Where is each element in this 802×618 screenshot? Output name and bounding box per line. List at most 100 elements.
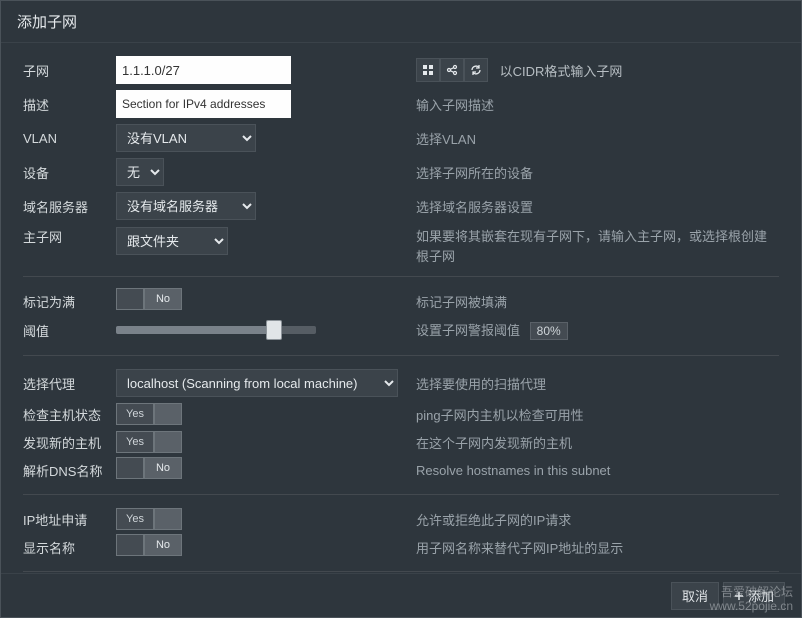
row-showname: 显示名称 No 用子网名称来替代子网IP地址的显示	[23, 533, 779, 561]
agent-control: localhost (Scanning from local machine)	[116, 369, 400, 397]
ping-value: Yes	[116, 403, 154, 425]
discover-hint: 在这个子网内发现新的主机	[400, 433, 779, 452]
master-select[interactable]: 跟文件夹	[116, 227, 228, 255]
subnet-input[interactable]	[116, 56, 291, 84]
divider-2	[23, 355, 779, 356]
resolve-hint: Resolve hostnames in this subnet	[400, 463, 779, 478]
subnet-control	[116, 56, 400, 84]
threshold-hint-wrap: 设置子网警报阈值 80%	[400, 320, 779, 340]
device-hint: 选择子网所在的设备	[400, 163, 779, 182]
ping-hint: ping子网内主机以检查可用性	[400, 405, 779, 424]
ping-control: Yes	[116, 403, 400, 425]
agent-hint: 选择要使用的扫描代理	[400, 374, 779, 393]
row-threshold: 阈值 设置子网警报阈值 80%	[23, 315, 779, 345]
row-ping: 检查主机状态 Yes ping子网内主机以检查可用性	[23, 400, 779, 428]
desc-control	[116, 90, 400, 118]
toggle-blank3	[154, 431, 182, 453]
vlan-label: VLAN	[23, 131, 116, 146]
master-hint: 如果要将其嵌套在现有子网下，请输入主子网，或选择根创建根子网	[400, 227, 779, 266]
toggle-blank6	[116, 534, 144, 556]
device-select[interactable]: 无	[116, 158, 164, 186]
ns-hint: 选择域名服务器设置	[400, 197, 779, 216]
threshold-label: 阈值	[23, 321, 116, 340]
row-markfull: 标记为满 No 标记子网被填满	[23, 287, 779, 315]
subnet-label: 子网	[23, 61, 116, 80]
iprequest-toggle[interactable]: Yes	[116, 508, 182, 530]
subnet-icon-bar	[416, 58, 488, 82]
ns-control: 没有域名服务器	[116, 192, 400, 220]
toggle-blank4	[116, 457, 144, 479]
agent-label: 选择代理	[23, 374, 116, 393]
divider-3	[23, 494, 779, 495]
modal-add-subnet: 添加子网 子网 以CIDR格式输入子	[0, 0, 802, 618]
desc-hint: 输入子网描述	[400, 95, 779, 114]
discover-label: 发现新的主机	[23, 433, 116, 452]
toggle-blank5	[154, 508, 182, 530]
iprequest-hint: 允许或拒绝此子网的IP请求	[400, 510, 779, 529]
discover-toggle[interactable]: Yes	[116, 431, 182, 453]
subnet-hint: 以CIDR格式输入子网	[500, 64, 623, 79]
plus-icon	[734, 591, 744, 601]
master-control: 跟文件夹	[116, 227, 400, 255]
vlan-hint: 选择VLAN	[400, 129, 779, 148]
threshold-hint: 设置子网警报阈值	[416, 323, 520, 338]
markfull-toggle[interactable]: No	[116, 288, 182, 310]
desc-label: 描述	[23, 95, 116, 114]
share-icon[interactable]	[440, 58, 464, 82]
markfull-hint: 标记子网被填满	[400, 292, 779, 311]
divider-1	[23, 276, 779, 277]
divider-4	[23, 571, 779, 572]
add-button[interactable]: 添加	[723, 582, 785, 610]
discover-value: Yes	[116, 431, 154, 453]
showname-control: No	[116, 534, 400, 561]
modal-body: 子网 以CIDR格式输入子网	[1, 43, 801, 572]
grid-icon[interactable]	[416, 58, 440, 82]
iprequest-label: IP地址申请	[23, 510, 116, 529]
showname-label: 显示名称	[23, 538, 116, 557]
resolve-toggle[interactable]: No	[116, 457, 182, 479]
vlan-control: 没有VLAN	[116, 124, 400, 152]
row-device: 设备 无 选择子网所在的设备	[23, 155, 779, 189]
resolve-value: No	[144, 457, 182, 479]
ns-select[interactable]: 没有域名服务器	[116, 192, 256, 220]
toggle-blank2	[154, 403, 182, 425]
row-iprequest: IP地址申请 Yes 允许或拒绝此子网的IP请求	[23, 505, 779, 533]
iprequest-value: Yes	[116, 508, 154, 530]
ping-label: 检查主机状态	[23, 405, 116, 424]
master-label: 主子网	[23, 227, 116, 246]
ns-label: 域名服务器	[23, 197, 116, 216]
add-button-label: 添加	[748, 586, 774, 605]
desc-input[interactable]	[116, 90, 291, 118]
threshold-slider[interactable]	[116, 326, 316, 334]
vlan-select[interactable]: 没有VLAN	[116, 124, 256, 152]
row-ns: 域名服务器 没有域名服务器 选择域名服务器设置	[23, 189, 779, 223]
discover-control: Yes	[116, 431, 400, 453]
showname-toggle[interactable]: No	[116, 534, 182, 556]
resolve-control: No	[116, 457, 400, 484]
showname-value: No	[144, 534, 182, 556]
row-subnet: 子网 以CIDR格式输入子网	[23, 53, 779, 87]
device-label: 设备	[23, 163, 116, 182]
row-discover: 发现新的主机 Yes 在这个子网内发现新的主机	[23, 428, 779, 456]
cancel-button[interactable]: 取消	[671, 582, 719, 610]
iprequest-control: Yes	[116, 508, 400, 530]
row-desc: 描述 输入子网描述	[23, 87, 779, 121]
markfull-control: No	[116, 288, 400, 315]
toggle-blank	[116, 288, 144, 310]
markfull-label: 标记为满	[23, 292, 116, 311]
ping-toggle[interactable]: Yes	[116, 403, 182, 425]
agent-select[interactable]: localhost (Scanning from local machine)	[116, 369, 398, 397]
subnet-hint-wrap: 以CIDR格式输入子网	[400, 58, 779, 82]
device-control: 无	[116, 158, 400, 186]
markfull-value: No	[144, 288, 182, 310]
row-vlan: VLAN 没有VLAN 选择VLAN	[23, 121, 779, 155]
resolve-label: 解析DNS名称	[23, 461, 116, 480]
threshold-control	[116, 326, 400, 334]
modal-footer: 取消 添加	[1, 573, 801, 617]
refresh-icon[interactable]	[464, 58, 488, 82]
row-master: 主子网 跟文件夹 如果要将其嵌套在现有子网下，请输入主子网，或选择根创建根子网	[23, 223, 779, 266]
threshold-badge: 80%	[530, 322, 568, 340]
modal-title: 添加子网	[1, 1, 801, 43]
row-resolve: 解析DNS名称 No Resolve hostnames in this sub…	[23, 456, 779, 484]
slider-thumb[interactable]	[266, 320, 282, 340]
